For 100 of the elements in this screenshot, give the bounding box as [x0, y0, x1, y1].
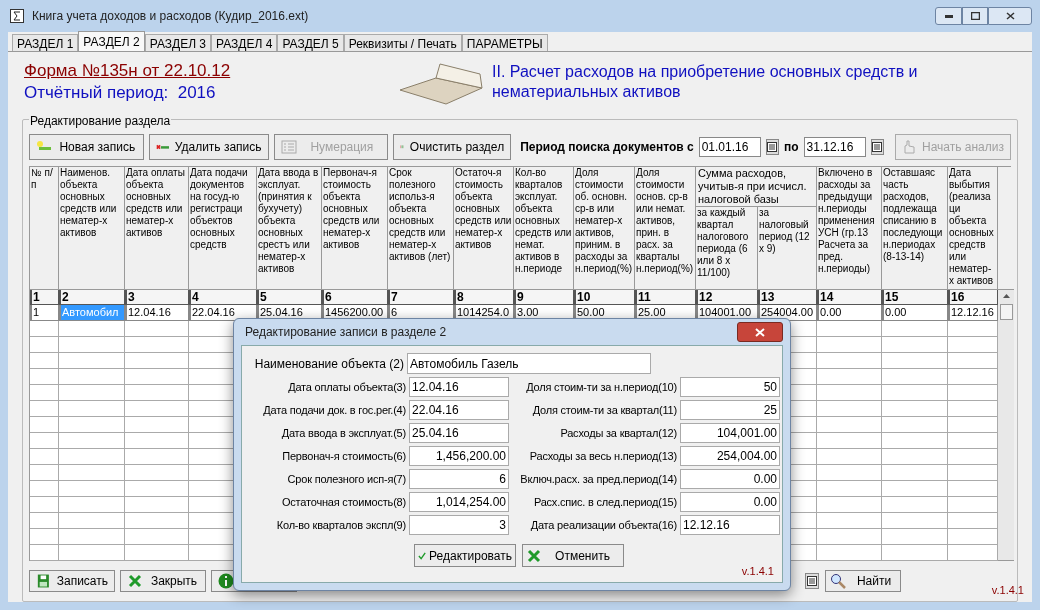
tab[interactable]: Реквизиты / Печать	[343, 34, 462, 51]
number-field[interactable]: 3	[409, 515, 509, 535]
action-button[interactable]: Записать	[29, 570, 115, 592]
field-label: Дата ввода в эксплуат.(5)	[280, 425, 407, 441]
toolbar-button[interactable]: Очистить раздел	[393, 134, 512, 160]
tab[interactable]: РАЗДЕЛ 4	[211, 34, 278, 51]
column-number: 13	[758, 290, 817, 305]
section-title: II. Расчет расходов на приобретение основных средств и нематериальных активов	[492, 62, 919, 102]
column-number: 7	[388, 290, 454, 305]
calendar-icon	[807, 576, 817, 586]
scroll-up-icon	[1002, 294, 1010, 298]
search-period-label: Период поиска документов с	[520, 139, 694, 156]
date-to-field[interactable]: 31.12.16	[803, 137, 866, 157]
close-button[interactable]	[988, 7, 1032, 25]
column-group-header: Сумма расходов, учитыв-я при исчисл. налоговой базы	[696, 167, 817, 207]
field-label: Доля стоим-ти за квартал(11)	[531, 402, 678, 418]
close-icon	[1005, 12, 1015, 20]
column-number: 15	[882, 290, 948, 305]
action-button[interactable]: Закрыть	[120, 570, 206, 592]
column-number: 10	[574, 290, 635, 305]
dialog-button[interactable]: Отменить	[522, 544, 624, 567]
table-cell: 0.00	[817, 305, 882, 321]
field-label: Доля стоим-ти за н.период(10)	[525, 379, 678, 395]
column-number: 11	[635, 290, 696, 305]
minimize-button[interactable]	[935, 7, 962, 25]
close-icon	[526, 548, 542, 563]
maximize-button[interactable]	[962, 7, 988, 25]
tab[interactable]: РАЗДЕЛ 3	[144, 34, 212, 51]
column-number: 6	[322, 290, 388, 305]
column-number: 9	[514, 290, 574, 305]
tab[interactable]: РАЗДЕЛ 1	[12, 34, 79, 51]
field-label: Расходы за весь н.период(13)	[528, 448, 678, 464]
column-number: 16	[948, 290, 998, 305]
field-label: Остаточная стоимость(8)	[280, 494, 407, 510]
scrollbar[interactable]	[998, 290, 1014, 561]
dialog-close-button[interactable]	[737, 322, 783, 342]
field-label: Дата подачи док. в гос.рег.(4)	[262, 402, 407, 418]
column-number: 5	[257, 290, 322, 305]
number-field[interactable]: 1,014,254.00	[409, 492, 509, 512]
field-label: Наименование объекта (2)	[253, 355, 405, 373]
app-sigma-icon	[10, 9, 24, 23]
field-label: Первонач-я стоимость(6)	[281, 448, 407, 464]
to-label: по	[784, 139, 799, 156]
tab[interactable]: РАЗДЕЛ 2	[78, 31, 145, 51]
tab[interactable]: ПАРАМЕТРЫ	[461, 34, 548, 51]
field-label: Включ.расх. за пред.период(14)	[519, 471, 678, 487]
date-field[interactable]: 25.04.16	[409, 423, 509, 443]
column-number: 8	[454, 290, 514, 305]
table-cell: 1	[30, 305, 59, 321]
search-icon	[830, 573, 846, 589]
field-label: Расходы за квартал(12)	[559, 425, 678, 441]
version-label: v.1.4.1	[991, 582, 1024, 598]
column-number: 1	[30, 290, 59, 305]
date-field[interactable]: 12.12.16	[680, 515, 780, 535]
info-icon	[218, 573, 234, 589]
hand-icon	[902, 140, 916, 154]
dialog-button[interactable]: Редактировать	[414, 544, 516, 567]
column-number: 12	[696, 290, 758, 305]
number-field[interactable]: 0.00	[680, 492, 780, 512]
column-number: 3	[125, 290, 189, 305]
date-field[interactable]: 22.04.16	[409, 400, 509, 420]
field-label: Срок полезного исп-я(7)	[286, 471, 407, 487]
number-field[interactable]: 254,004.00	[680, 446, 780, 466]
field-label: Дата реализации объекта(16)	[529, 517, 678, 533]
date-from-field[interactable]: 01.01.16	[698, 137, 761, 157]
column-number: 4	[189, 290, 257, 305]
close-icon	[755, 327, 765, 337]
version-label: v.1.4.1	[741, 563, 774, 579]
form-title: Форма №135н от 22.10.12	[24, 60, 232, 82]
date-field[interactable]: 12.04.16	[409, 377, 509, 397]
toolbar-button[interactable]: Новая запись	[29, 134, 144, 160]
table-cell: 12.12.16	[948, 305, 998, 321]
field-label: Кол-во кварталов экспл(9)	[275, 517, 407, 533]
object-name-field[interactable]: Автомобиль Газель	[407, 353, 651, 374]
column-number: 2	[59, 290, 125, 305]
table-cell: 12.04.16	[125, 305, 189, 321]
number-field[interactable]: 50	[680, 377, 780, 397]
list-icon	[280, 140, 297, 154]
scrollbar-thumb[interactable]	[999, 304, 1013, 320]
tab[interactable]: РАЗДЕЛ 5	[277, 34, 344, 51]
field-label: Дата оплаты объекта(3)	[287, 379, 407, 395]
number-field[interactable]: 25	[680, 400, 780, 420]
find-button[interactable]: Найти	[825, 570, 901, 592]
number-field[interactable]: 104,001.00	[680, 423, 780, 443]
close-icon	[127, 574, 143, 588]
dialog-title: Редактирование записи в разделе 2	[245, 324, 447, 341]
calendar-button[interactable]	[805, 573, 819, 589]
table-cell: 0.00	[882, 305, 948, 321]
number-field[interactable]: 1,456,200.00	[409, 446, 509, 466]
field-label: Расх.спис. в след.период(15)	[532, 494, 678, 510]
number-field[interactable]: 0.00	[680, 469, 780, 489]
table-cell: 22.04.16	[189, 305, 257, 321]
window-title: Книга учета доходов и расходов (Кудир_2016.ext)	[32, 8, 309, 25]
calendar-button[interactable]	[765, 139, 780, 155]
minimize-icon	[944, 14, 953, 18]
calendar-button[interactable]	[870, 139, 884, 155]
toolbar-button[interactable]: Удалить запись	[148, 134, 269, 160]
maximize-icon	[970, 12, 980, 20]
table-cell: Автомобил	[59, 305, 125, 321]
number-field[interactable]: 6	[409, 469, 509, 489]
